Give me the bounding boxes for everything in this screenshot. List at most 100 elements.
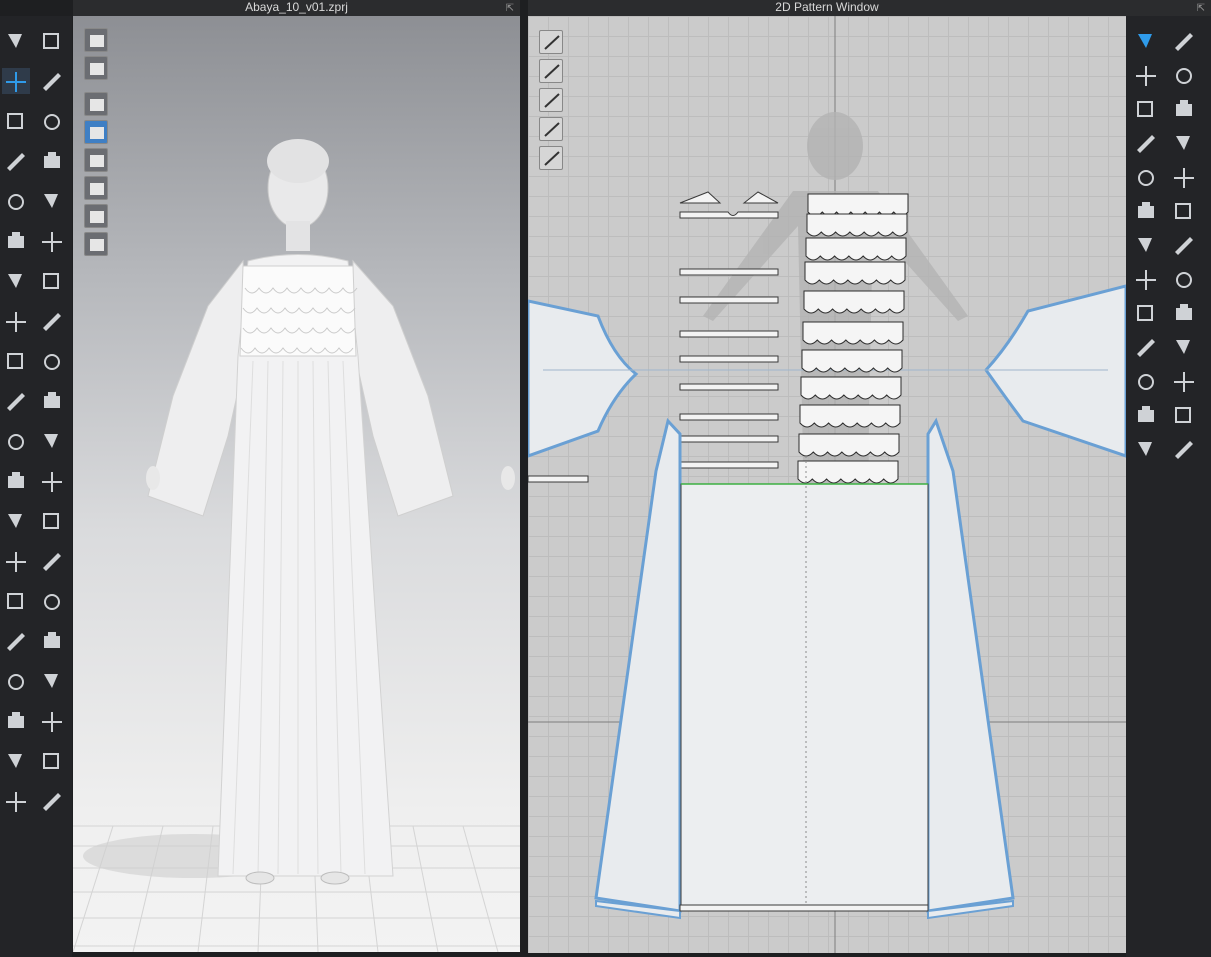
measure-icon[interactable] — [2, 348, 30, 374]
scale-row-piece[interactable] — [801, 349, 903, 373]
scale-row-piece[interactable] — [804, 261, 906, 285]
skirt-side-right[interactable] — [926, 417, 1015, 913]
avatar-icon[interactable] — [2, 508, 30, 534]
alt-zipper-icon[interactable] — [38, 428, 66, 454]
trim-icon[interactable] — [2, 468, 30, 494]
scale-row-piece[interactable] — [802, 321, 904, 345]
shirt-display-icon[interactable] — [539, 59, 563, 83]
edit-pattern-icon[interactable] — [2, 108, 30, 134]
popout-icon[interactable]: ⇱ — [1197, 1, 1205, 16]
sleeve-piece-left[interactable] — [528, 299, 639, 458]
skirt-side-left[interactable] — [594, 417, 682, 913]
transform-pattern-icon[interactable] — [1132, 28, 1160, 54]
hanger-icon[interactable] — [2, 548, 30, 574]
sewing-icon[interactable] — [2, 588, 30, 614]
skin-icon[interactable] — [84, 148, 108, 172]
alt-tack-icon[interactable] — [38, 268, 66, 294]
alt-notch-icon[interactable] — [1170, 300, 1198, 326]
alt-garment-fit-icon[interactable] — [38, 148, 66, 174]
alt-tape-icon[interactable] — [38, 668, 66, 694]
alt-edit-point-icon[interactable] — [1170, 62, 1198, 88]
alt-trim-icon[interactable] — [38, 468, 66, 494]
shading-icon[interactable] — [84, 176, 108, 200]
layer-icon[interactable] — [2, 748, 30, 774]
alt-rectangle-icon[interactable] — [1170, 130, 1198, 156]
globe-icon[interactable] — [84, 232, 108, 256]
alt-sewing-icon[interactable] — [38, 588, 66, 614]
puckering-icon[interactable] — [2, 628, 30, 654]
text-icon[interactable] — [1132, 368, 1160, 394]
edit-point-icon[interactable] — [1132, 62, 1160, 88]
select-move-icon[interactable] — [2, 68, 30, 94]
texture-icon[interactable] — [84, 120, 108, 144]
viewport-3d[interactable] — [73, 16, 520, 952]
internal-polygon-icon[interactable] — [1132, 164, 1160, 190]
alt-hanger-icon[interactable] — [38, 548, 66, 574]
alt-ruler-icon[interactable] — [38, 708, 66, 734]
alt-fold-arrangement-icon[interactable] — [38, 188, 66, 214]
scale-row-piece[interactable] — [807, 193, 909, 217]
trace-icon[interactable] — [1132, 198, 1160, 224]
alt-edit-pattern-icon[interactable] — [38, 108, 66, 134]
pleat-icon[interactable] — [1132, 334, 1160, 360]
alt-fold-icon[interactable] — [1170, 232, 1198, 258]
fold-arrangement-icon[interactable] — [2, 188, 30, 214]
avatar-face-icon[interactable] — [84, 204, 108, 228]
brush-icon[interactable] — [2, 308, 30, 334]
garment-fit-icon[interactable] — [2, 148, 30, 174]
tape-icon[interactable] — [2, 668, 30, 694]
button-icon[interactable] — [2, 388, 30, 414]
alt-brush-icon[interactable] — [38, 308, 66, 334]
symmetry-icon[interactable] — [1132, 436, 1160, 462]
lock-icon[interactable] — [539, 146, 563, 170]
alt-cut-icon[interactable] — [1170, 266, 1198, 292]
pattern-drawing[interactable] — [528, 16, 1126, 953]
ruler-icon[interactable] — [2, 708, 30, 734]
grading-icon[interactable] — [1132, 402, 1160, 428]
alt-symmetry-icon[interactable] — [1170, 436, 1198, 462]
fold-icon[interactable] — [1132, 232, 1160, 258]
alt-grading-icon[interactable] — [1170, 402, 1198, 428]
scale-row-piece[interactable] — [799, 404, 901, 428]
garment-display-icon[interactable] — [84, 56, 108, 80]
alt-measure-icon[interactable] — [38, 348, 66, 374]
rectangle-icon[interactable] — [1132, 130, 1160, 156]
avatar-garment-render[interactable] — [73, 16, 520, 952]
alt-puckering-icon[interactable] — [38, 628, 66, 654]
pattern-canvas[interactable] — [528, 16, 1126, 953]
pen-tool-icon[interactable] — [539, 30, 563, 54]
alt-pin-icon[interactable] — [38, 228, 66, 254]
scale-row-piece[interactable] — [806, 213, 908, 237]
alt-text-icon[interactable] — [1170, 368, 1198, 394]
zipper-icon[interactable] — [2, 428, 30, 454]
alt-button-icon[interactable] — [38, 388, 66, 414]
avatar-display-icon[interactable] — [84, 92, 108, 116]
scale-row-piece[interactable] — [798, 433, 900, 457]
alt-simulation-icon[interactable] — [38, 28, 66, 54]
render-mode-icon[interactable] — [84, 28, 108, 52]
polygon-icon[interactable] — [1132, 96, 1160, 122]
alt-layer-icon[interactable] — [38, 748, 66, 774]
sleeve-piece-right[interactable] — [984, 284, 1126, 458]
alt-transform-pattern-icon[interactable] — [1170, 28, 1198, 54]
alt-trace-icon[interactable] — [1170, 198, 1198, 224]
skirt-front[interactable] — [680, 483, 929, 909]
cut-icon[interactable] — [1132, 266, 1160, 292]
tack-icon[interactable] — [2, 268, 30, 294]
alt-internal-polygon-icon[interactable] — [1170, 164, 1198, 190]
layer-display-icon[interactable] — [539, 117, 563, 141]
alt-select-move-icon[interactable] — [38, 68, 66, 94]
scale-row-piece[interactable] — [800, 376, 902, 400]
popout-icon[interactable]: ⇱ — [506, 1, 514, 16]
alt-pleat-icon[interactable] — [1170, 334, 1198, 360]
info-icon[interactable] — [539, 88, 563, 112]
pin-icon[interactable] — [2, 228, 30, 254]
notch-icon[interactable] — [1132, 300, 1160, 326]
alt-shirt-icon[interactable] — [38, 788, 66, 814]
scale-row-piece[interactable] — [797, 460, 899, 484]
alt-avatar-icon[interactable] — [38, 508, 66, 534]
scale-row-piece[interactable] — [805, 237, 907, 261]
alt-polygon-icon[interactable] — [1170, 96, 1198, 122]
simulation-icon[interactable] — [2, 28, 30, 54]
scale-row-piece[interactable] — [803, 290, 905, 314]
